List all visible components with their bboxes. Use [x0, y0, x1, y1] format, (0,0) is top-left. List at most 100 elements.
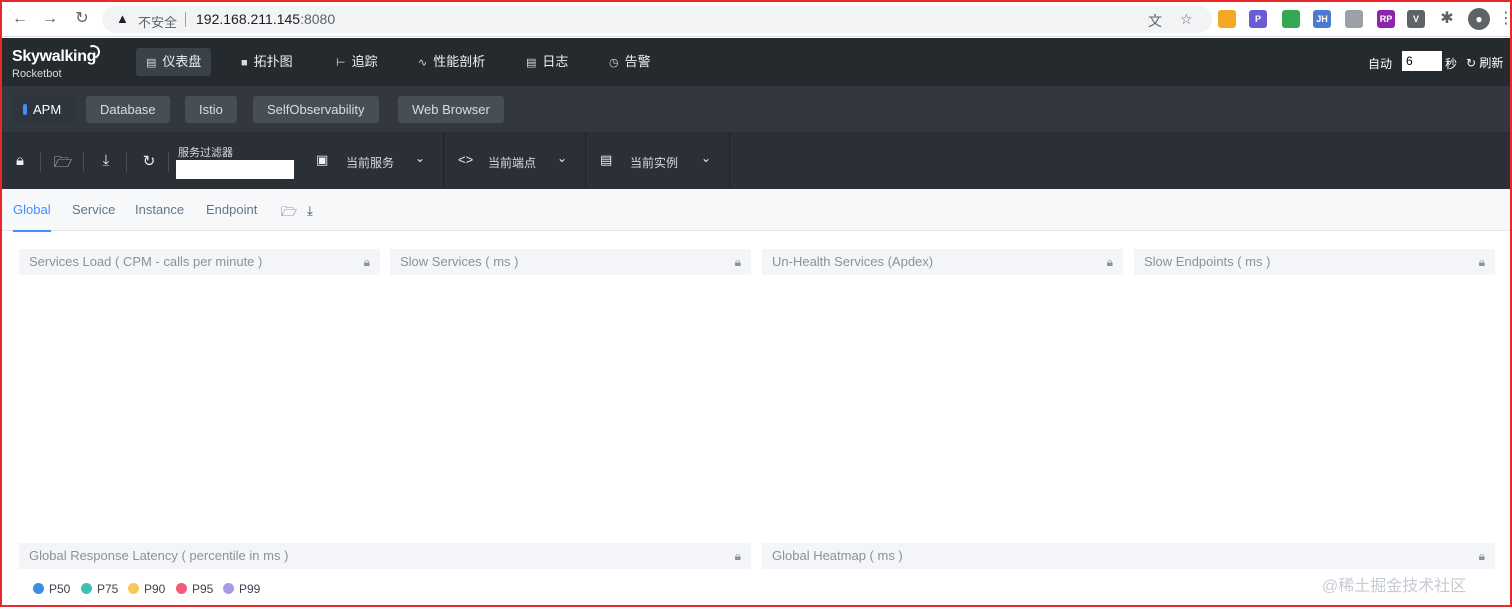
legend-dot	[176, 583, 187, 594]
tab-endpoint[interactable]: Endpoint	[206, 202, 257, 217]
nav-alarm[interactable]: ◷ 告警	[599, 48, 661, 76]
refresh-icon: ↻	[1466, 56, 1480, 70]
download-icon[interactable]: ⤓	[307, 203, 313, 219]
legend-item-p90[interactable]: P90	[128, 582, 165, 596]
panel-services-load: Services Load ( CPM - calls per minute )…	[19, 249, 380, 275]
lock-icon[interactable]: 🔒︎	[364, 249, 370, 275]
sync-icon[interactable]: ↻	[139, 152, 159, 170]
legend-dot	[33, 583, 44, 594]
service-filter-input[interactable]	[176, 160, 294, 179]
legend-item-p95[interactable]: P95	[176, 582, 213, 596]
url-host: 192.168.211.145	[196, 11, 301, 27]
translate-icon[interactable]: 文	[1148, 11, 1162, 31]
legend-item-p50[interactable]: P50	[33, 582, 70, 596]
url-text[interactable]: 192.168.211.145:8080	[196, 11, 335, 27]
layer-tab-database[interactable]: Database	[86, 96, 170, 123]
service-icon: ▣	[316, 152, 329, 167]
nav-log-label: 日志	[542, 54, 569, 69]
toolbar-divider	[126, 152, 127, 172]
lock-icon[interactable]: 🔒︎	[735, 249, 741, 275]
legend-dot	[223, 583, 234, 594]
current-instance-selector[interactable]: ▤ 当前实例 ⌄	[586, 132, 730, 189]
topology-icon: ■	[241, 57, 248, 69]
seconds-label: 秒	[1445, 57, 1458, 71]
dashboard-tab-bar: Global Service Instance Endpoint 🗁︎ ⤓	[2, 189, 1510, 232]
alarm-icon: ◷	[609, 57, 619, 69]
toolbar-divider	[168, 152, 169, 172]
nav-topology[interactable]: ■ 拓扑图	[231, 48, 303, 76]
window-frame: ← → ↻ ▲ 不安全 192.168.211.145:8080 文 ☆ P J…	[0, 0, 1512, 607]
ext-gray-icon[interactable]	[1345, 10, 1363, 28]
download-icon[interactable]: ⤓	[96, 152, 116, 169]
lock-icon[interactable]: 🔒︎	[10, 152, 30, 169]
star-icon[interactable]: ☆	[1180, 11, 1193, 28]
url-port: :8080	[300, 11, 336, 27]
nav-topology-label: 拓扑图	[253, 54, 293, 69]
folder-icon[interactable]: 🗁︎	[281, 203, 297, 225]
folder-icon[interactable]: 🗁︎	[53, 152, 73, 177]
tab-global[interactable]: Global	[13, 202, 51, 232]
legend-label: P50	[49, 582, 71, 596]
lock-icon[interactable]: 🔒︎	[1479, 543, 1485, 569]
lock-icon[interactable]: 🔒︎	[735, 543, 741, 569]
lock-icon[interactable]: 🔒︎	[1479, 249, 1485, 275]
warning-icon: ▲	[116, 11, 129, 26]
ext-colorful-icon[interactable]	[1282, 10, 1300, 28]
legend-dot	[81, 583, 92, 594]
layer-tab-bar: APM Database Istio SelfObservability Web…	[2, 86, 1510, 132]
app-header: Skywalking Rocketbot ▤ 仪表盘 ■ 拓扑图 ⊢ 追踪 ∿ 性能剖析…	[2, 38, 1510, 86]
tab-service[interactable]: Service	[72, 202, 115, 217]
reload-icon[interactable]: ↻	[72, 9, 92, 29]
url-divider	[185, 12, 186, 27]
ext-rp-icon[interactable]: RP	[1377, 10, 1395, 28]
layer-tab-istio[interactable]: Istio	[185, 96, 237, 123]
nav-log[interactable]: ▤ 日志	[516, 48, 578, 76]
panel-unhealth-services: Un-Health Services (Apdex) 🔒︎	[762, 249, 1123, 275]
menu-icon[interactable]: ⋮	[1498, 9, 1510, 29]
address-bar[interactable]: ▲ 不安全 192.168.211.145:8080 文 ☆	[102, 6, 1212, 33]
back-icon[interactable]: ←	[10, 9, 30, 29]
browser-toolbar: ← → ↻ ▲ 不安全 192.168.211.145:8080 文 ☆ P J…	[2, 2, 1510, 37]
panel-title: Slow Endpoints ( ms )	[1144, 254, 1271, 269]
ext-hand-icon[interactable]	[1218, 10, 1236, 28]
nav-profiling[interactable]: ∿ 性能剖析	[408, 48, 495, 76]
current-service-selector[interactable]: ▣ 当前服务 ⌄	[302, 132, 444, 189]
panel-global-response-latency: Global Response Latency ( percentile in …	[19, 543, 751, 569]
nav-trace[interactable]: ⊢ 追踪	[326, 48, 388, 76]
watermark: @稀土掘金技术社区	[1322, 578, 1467, 595]
panel-title: Global Response Latency ( percentile in …	[29, 548, 289, 563]
ext-jh-icon[interactable]: JH	[1313, 10, 1331, 28]
log-icon: ▤	[526, 57, 537, 69]
refresh-label: 刷新	[1479, 56, 1504, 70]
extensions-icon[interactable]: ✱	[1437, 9, 1457, 29]
ext-search-icon[interactable]: P	[1249, 10, 1267, 28]
current-service-label: 当前服务	[346, 156, 395, 170]
lock-icon[interactable]: 🔒︎	[1107, 249, 1113, 275]
legend-item-p99[interactable]: P99	[223, 582, 260, 596]
forward-icon[interactable]: →	[40, 9, 60, 29]
legend-label: P90	[144, 582, 166, 596]
security-label: 不安全	[138, 15, 178, 30]
nav-dashboard[interactable]: ▤ 仪表盘	[136, 48, 212, 76]
chevron-down-icon: ⌄	[556, 151, 567, 165]
refresh-button[interactable]: ↻ 刷新	[1466, 54, 1503, 71]
tab-instance[interactable]: Instance	[135, 202, 184, 217]
ext-v-icon[interactable]: V	[1407, 10, 1425, 28]
nav-profiling-label: 性能剖析	[433, 54, 486, 69]
current-endpoint-selector[interactable]: <> 当前端点 ⌄	[444, 132, 586, 189]
profile-icon[interactable]: ●	[1468, 8, 1490, 30]
service-filter-label: 服务过滤器	[178, 147, 233, 159]
nav-dashboard-label: 仪表盘	[162, 54, 202, 69]
current-endpoint-label: 当前端点	[488, 156, 537, 170]
toolbar-divider	[40, 152, 41, 172]
layer-tab-selfobservability[interactable]: SelfObservability	[253, 96, 379, 123]
layer-tab-web-browser[interactable]: Web Browser	[398, 96, 504, 123]
panel-global-heatmap: Global Heatmap ( ms ) 🔒︎	[762, 543, 1495, 569]
panel-title: Services Load ( CPM - calls per minute )	[29, 254, 263, 269]
panel-slow-services: Slow Services ( ms ) 🔒︎	[390, 249, 751, 275]
chart-icon: ▤	[146, 57, 157, 69]
auto-refresh-interval-input[interactable]	[1402, 51, 1442, 71]
legend-label: P75	[97, 582, 119, 596]
legend-item-p75[interactable]: P75	[81, 582, 118, 596]
layer-tab-apm[interactable]: APM	[11, 96, 76, 123]
